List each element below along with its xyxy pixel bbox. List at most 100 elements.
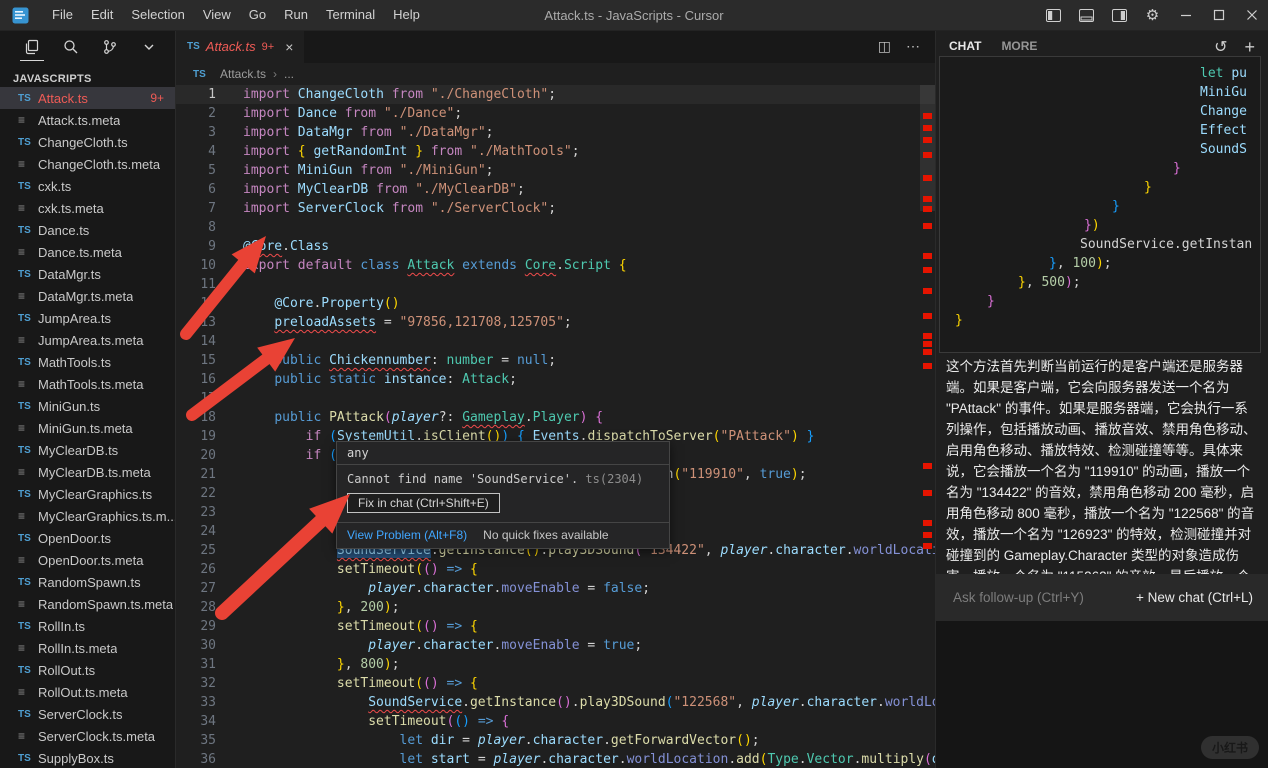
code-line-7[interactable]: 7 import ServerClock from "./ServerClock"… bbox=[176, 199, 935, 218]
file-item-OpenDoor.ts[interactable]: TS OpenDoor.ts bbox=[0, 527, 175, 549]
code-line-5[interactable]: 5 import MiniGun from "./MiniGun"; bbox=[176, 161, 935, 180]
code-line-16[interactable]: 16 public static instance: Attack; bbox=[176, 370, 935, 389]
file-item-DataMgr.ts.meta[interactable]: ≡ DataMgr.ts.meta bbox=[0, 285, 175, 307]
file-item-Attack.ts[interactable]: TS Attack.ts 9+ bbox=[0, 87, 175, 109]
search-icon[interactable] bbox=[61, 35, 81, 59]
new-chat-plus-icon[interactable]: + bbox=[1244, 38, 1255, 56]
file-item-JumpArea.ts[interactable]: TS JumpArea.ts bbox=[0, 307, 175, 329]
more-actions-icon[interactable]: ⋯ bbox=[906, 38, 920, 55]
file-item-Attack.ts.meta[interactable]: ≡ Attack.ts.meta bbox=[0, 109, 175, 131]
file-item-Dance.ts[interactable]: TS Dance.ts bbox=[0, 219, 175, 241]
close-button[interactable] bbox=[1235, 0, 1268, 30]
file-item-SupplyBox.ts[interactable]: TS SupplyBox.ts bbox=[0, 747, 175, 768]
code-line-9[interactable]: 9 @Core.Class bbox=[176, 237, 935, 256]
source-control-icon[interactable] bbox=[100, 35, 120, 59]
file-item-Dance.ts.meta[interactable]: ≡ Dance.ts.meta bbox=[0, 241, 175, 263]
file-name: MiniGun.ts bbox=[38, 398, 101, 414]
code-line-8[interactable]: 8 bbox=[176, 218, 935, 237]
file-item-cxk.ts[interactable]: TS cxk.ts bbox=[0, 175, 175, 197]
file-item-DataMgr.ts[interactable]: TS DataMgr.ts bbox=[0, 263, 175, 285]
history-icon[interactable]: ↺ bbox=[1214, 37, 1227, 57]
split-editor-icon[interactable]: ◫ bbox=[878, 38, 891, 55]
code-line-27[interactable]: 27 player.character.moveEnable = false; bbox=[176, 579, 935, 598]
code-line-31[interactable]: 31 }, 800); bbox=[176, 655, 935, 674]
code-line-3[interactable]: 3 import DataMgr from "./DataMgr"; bbox=[176, 123, 935, 142]
code-line-33[interactable]: 33 SoundService.getInstance().play3DSoun… bbox=[176, 693, 935, 712]
breadcrumb-file[interactable]: Attack.ts bbox=[220, 67, 266, 81]
file-item-RandomSpawn.ts.meta[interactable]: ≡ RandomSpawn.ts.meta bbox=[0, 593, 175, 615]
code-line-14[interactable]: 14 bbox=[176, 332, 935, 351]
breadcrumb-symbol[interactable]: ... bbox=[284, 67, 294, 81]
code-line-11[interactable]: 11 bbox=[176, 275, 935, 294]
fix-in-chat-button[interactable]: Fix in chat (Ctrl+Shift+E) bbox=[347, 493, 500, 513]
tab-close-icon[interactable]: × bbox=[285, 39, 293, 55]
menu-run[interactable]: Run bbox=[275, 0, 317, 30]
minimize-button[interactable] bbox=[1169, 0, 1202, 30]
menu-go[interactable]: Go bbox=[240, 0, 275, 30]
code-line-4[interactable]: 4 import { getRandomInt } from "./MathToo… bbox=[176, 142, 935, 161]
chat-code-line-8: } bbox=[1112, 199, 1120, 214]
code-line-28[interactable]: 28 }, 200); bbox=[176, 598, 935, 617]
file-item-cxk.ts.meta[interactable]: ≡ cxk.ts.meta bbox=[0, 197, 175, 219]
error-mark bbox=[923, 223, 932, 229]
layout-panel-bottom-icon[interactable] bbox=[1070, 0, 1103, 30]
file-item-RollOut.ts[interactable]: TS RollOut.ts bbox=[0, 659, 175, 681]
code-line-32[interactable]: 32 setTimeout(() => { bbox=[176, 674, 935, 693]
menu-selection[interactable]: Selection bbox=[122, 0, 193, 30]
file-item-ServerClock.ts.meta[interactable]: ≡ ServerClock.ts.meta bbox=[0, 725, 175, 747]
code-line-2[interactable]: 2 import Dance from "./Dance"; bbox=[176, 104, 935, 123]
menu-file[interactable]: File bbox=[43, 0, 82, 30]
code-line-10[interactable]: 10 export default class Attack extends Co… bbox=[176, 256, 935, 275]
code-line-1[interactable]: 1 import ChangeCloth from "./ChangeCloth"… bbox=[176, 85, 935, 104]
code-line-34[interactable]: 34 setTimeout(() => { bbox=[176, 712, 935, 731]
code-line-18[interactable]: 18 public PAttack(player?: Gameplay.Play… bbox=[176, 408, 935, 427]
file-item-ServerClock.ts[interactable]: TS ServerClock.ts bbox=[0, 703, 175, 725]
code-line-6[interactable]: 6 import MyClearDB from "./MyClearDB"; bbox=[176, 180, 935, 199]
file-item-MyClearGraphics.ts.m...[interactable]: ≡ MyClearGraphics.ts.m... bbox=[0, 505, 175, 527]
menu-edit[interactable]: Edit bbox=[82, 0, 122, 30]
maximize-button[interactable] bbox=[1202, 0, 1235, 30]
layout-panel-right-icon[interactable] bbox=[1103, 0, 1136, 30]
layout-panel-left-icon[interactable] bbox=[1037, 0, 1070, 30]
code-line-35[interactable]: 35 let dir = player.character.getForward… bbox=[176, 731, 935, 750]
file-item-MiniGun.ts[interactable]: TS MiniGun.ts bbox=[0, 395, 175, 417]
file-item-MathTools.ts.meta[interactable]: ≡ MathTools.ts.meta bbox=[0, 373, 175, 395]
file-name: ServerClock.ts bbox=[38, 706, 123, 722]
file-item-MyClearDB.ts[interactable]: TS MyClearDB.ts bbox=[0, 439, 175, 461]
file-item-OpenDoor.ts.meta[interactable]: ≡ OpenDoor.ts.meta bbox=[0, 549, 175, 571]
typescript-file-icon: TS bbox=[18, 180, 31, 192]
file-item-RandomSpawn.ts[interactable]: TS RandomSpawn.ts bbox=[0, 571, 175, 593]
breadcrumb[interactable]: TS Attack.ts › ... bbox=[176, 63, 935, 85]
new-chat-button[interactable]: + New chat (Ctrl+L) bbox=[1136, 590, 1253, 605]
code-line-29[interactable]: 29 setTimeout(() => { bbox=[176, 617, 935, 636]
file-item-JumpArea.ts.meta[interactable]: ≡ JumpArea.ts.meta bbox=[0, 329, 175, 351]
file-item-RollIn.ts[interactable]: TS RollIn.ts bbox=[0, 615, 175, 637]
file-item-RollIn.ts.meta[interactable]: ≡ RollIn.ts.meta bbox=[0, 637, 175, 659]
file-item-ChangeCloth.ts.meta[interactable]: ≡ ChangeCloth.ts.meta bbox=[0, 153, 175, 175]
file-item-ChangeCloth.ts[interactable]: TS ChangeCloth.ts bbox=[0, 131, 175, 153]
file-item-MiniGun.ts.meta[interactable]: ≡ MiniGun.ts.meta bbox=[0, 417, 175, 439]
menu-help[interactable]: Help bbox=[384, 0, 429, 30]
code-line-30[interactable]: 30 player.character.moveEnable = true; bbox=[176, 636, 935, 655]
chat-followup-input[interactable] bbox=[951, 589, 1136, 606]
code-line-15[interactable]: 15 public Chickennumber: number = null; bbox=[176, 351, 935, 370]
view-problem-link[interactable]: View Problem (Alt+F8) bbox=[347, 528, 467, 542]
code-line-12[interactable]: 12 @Core.Property() bbox=[176, 294, 935, 313]
menu-view[interactable]: View bbox=[194, 0, 240, 30]
chat-code-block[interactable]: let pu MiniGu Change Effect SoundS}}}}) Sound… bbox=[939, 56, 1261, 353]
code-line-17[interactable]: 17 bbox=[176, 389, 935, 408]
code-line-36[interactable]: 36 let start = player.character.worldLoc… bbox=[176, 750, 935, 768]
menu-terminal[interactable]: Terminal bbox=[317, 0, 384, 30]
file-item-RollOut.ts.meta[interactable]: ≡ RollOut.ts.meta bbox=[0, 681, 175, 703]
chevron-down-icon[interactable] bbox=[139, 35, 159, 59]
code-line-13[interactable]: 13 preloadAssets = "97856,121708,125705"… bbox=[176, 313, 935, 332]
code-area[interactable]: 1 import ChangeCloth from "./ChangeCloth"… bbox=[176, 85, 935, 768]
file-item-MyClearDB.ts.meta[interactable]: ≡ MyClearDB.ts.meta bbox=[0, 461, 175, 483]
code-line-26[interactable]: 26 setTimeout(() => { bbox=[176, 560, 935, 579]
tab-attack-ts[interactable]: TS Attack.ts 9+ × bbox=[176, 30, 305, 63]
file-item-MathTools.ts[interactable]: TS MathTools.ts bbox=[0, 351, 175, 373]
tab-problems-badge: 9+ bbox=[261, 40, 275, 53]
file-item-MyClearGraphics.ts[interactable]: TS MyClearGraphics.ts bbox=[0, 483, 175, 505]
settings-gear-icon[interactable]: ⚙ bbox=[1136, 0, 1169, 30]
explorer-icon[interactable] bbox=[20, 35, 44, 61]
